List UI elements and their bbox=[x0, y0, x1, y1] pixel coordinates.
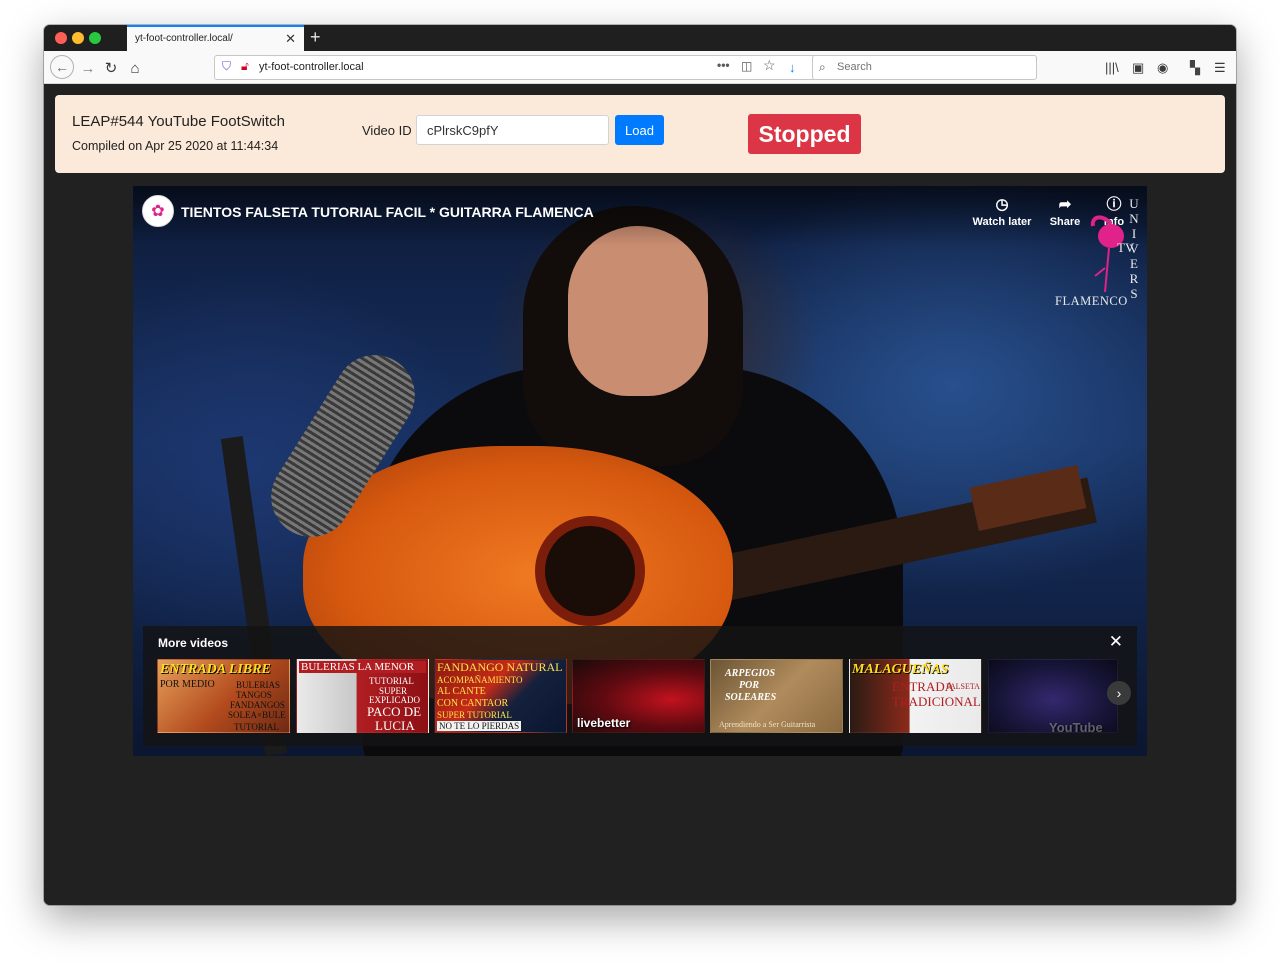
thumbnail-text: AL CANTE bbox=[437, 686, 486, 697]
address-bar[interactable]: ⛉ 🔓︎ yt-foot-controller.local ••• ◫ ☆ bbox=[214, 55, 830, 80]
home-icon[interactable]: ⌂ bbox=[124, 57, 146, 79]
tab-strip: yt-foot-controller.local/ ✕ + bbox=[44, 25, 1236, 51]
controller-header: LEAP#544 YouTube FootSwitch Compiled on … bbox=[55, 95, 1225, 173]
browser-tab[interactable]: yt-foot-controller.local/ ✕ bbox=[127, 25, 304, 51]
thumbnail-text: BULERIAS bbox=[236, 680, 281, 690]
thumbnail-text: POR bbox=[739, 680, 759, 691]
video-thumbnail-2[interactable]: BULERIAS LA MENOR TUTORIAL SUPER EXPLICA… bbox=[296, 659, 429, 733]
thumbnail-text: livebetter bbox=[577, 716, 631, 730]
video-frame-sound-hole bbox=[535, 516, 645, 626]
menu-icon[interactable]: ☰ bbox=[1214, 60, 1226, 75]
thumbnail-text: Aprendiendo a Ser Guitarrista bbox=[719, 720, 816, 729]
thumbnail-text: TUTORIAL bbox=[369, 676, 414, 686]
video-id-input[interactable] bbox=[416, 115, 609, 145]
video-thumbnail-1[interactable]: ENTRADA LIBRE POR MEDIO BULERIAS TANGOS … bbox=[157, 659, 290, 733]
thumbnail-text: TANGOS bbox=[236, 690, 272, 700]
video-thumbnail-4[interactable]: livebetter bbox=[572, 659, 705, 733]
bookmark-star-icon[interactable]: ☆ bbox=[763, 57, 776, 74]
video-id-label: Video ID bbox=[362, 123, 412, 138]
compiled-timestamp: Compiled on Apr 25 2020 at 11:44:34 bbox=[72, 139, 279, 153]
thumbnail-text: MALAGUEÑAS bbox=[852, 662, 949, 677]
close-window-button[interactable] bbox=[55, 32, 67, 44]
zoom-window-button[interactable] bbox=[89, 32, 101, 44]
video-frame-face bbox=[568, 226, 708, 396]
browser-window: yt-foot-controller.local/ ✕ + ← → ↻ ⌂ ⛉ … bbox=[44, 25, 1236, 905]
thumbnail-text: FANDANGO NATURAL bbox=[437, 660, 563, 674]
watermark-tv: TV bbox=[1117, 240, 1135, 255]
watermark-letter: U bbox=[1129, 196, 1139, 211]
channel-avatar[interactable]: ✿ bbox=[142, 195, 174, 227]
thumbnail-text: SOLEARES bbox=[725, 692, 777, 703]
thumbnail-text: ARPEGIOS bbox=[725, 668, 776, 679]
watermark-letter: E bbox=[1130, 256, 1138, 271]
search-bar[interactable]: ⌕ Search bbox=[812, 55, 1037, 80]
watermark-letter: S bbox=[1130, 286, 1138, 301]
load-button[interactable]: Load bbox=[615, 115, 664, 145]
download-icon[interactable]: ↓ bbox=[789, 60, 796, 75]
video-thumbnail-3[interactable]: FANDANGO NATURAL ACOMPAÑAMIENTO AL CANTE… bbox=[434, 659, 567, 733]
search-placeholder: Search bbox=[837, 61, 872, 73]
watch-later-button[interactable]: ◷ Watch later bbox=[970, 196, 1034, 228]
watermark-flamenco: FLAMENCO bbox=[1055, 294, 1128, 308]
watermark-letter: N bbox=[1129, 211, 1139, 226]
thumbnail-text: ENTRADA bbox=[892, 679, 955, 694]
pocket-icon[interactable]: ◫ bbox=[741, 59, 752, 73]
minimize-window-button[interactable] bbox=[72, 32, 84, 44]
status-badge: Stopped bbox=[748, 114, 861, 154]
share-label: Share bbox=[1049, 216, 1081, 228]
shield-icon[interactable]: ⛉ bbox=[222, 59, 231, 74]
thumbnail-text: TRADICIONAL bbox=[892, 694, 981, 709]
navigation-toolbar: ← → ↻ ⌂ ⛉ 🔓︎ yt-foot-controller.local ••… bbox=[44, 51, 1236, 84]
search-icon: ⌕ bbox=[819, 60, 826, 74]
thumbnail-text: SOLEA×BULE bbox=[228, 710, 286, 720]
video-title[interactable]: TIENTOS FALSETA TUTORIAL FACIL * GUITARR… bbox=[181, 204, 594, 220]
video-thumbnail-6[interactable]: MALAGUEÑAS ENTRADA FALSETA TRADICIONAL bbox=[849, 659, 982, 733]
watermark-letter: R bbox=[1129, 271, 1139, 286]
insecure-lock-icon[interactable]: 🔓︎ bbox=[241, 59, 249, 74]
youtube-player[interactable]: ✿ TIENTOS FALSETA TUTORIAL FACIL * GUITA… bbox=[133, 186, 1147, 756]
more-videos-panel: More videos ✕ ENTRADA LIBRE POR MEDIO BU… bbox=[143, 626, 1137, 746]
reload-icon[interactable]: ↻ bbox=[100, 57, 122, 79]
video-thumbnail-5[interactable]: ARPEGIOS POR SOLEARES Aprendiendo a Ser … bbox=[710, 659, 843, 733]
video-thumbnail-7[interactable]: YouTube bbox=[988, 659, 1118, 733]
thumbnail-text: YouTube bbox=[1049, 720, 1103, 733]
page-actions-icon[interactable]: ••• bbox=[717, 58, 730, 72]
more-videos-title: More videos bbox=[158, 636, 229, 650]
thumbnail-text: CON CANTAOR bbox=[437, 698, 509, 709]
sidebar-icon[interactable]: ▣ bbox=[1132, 60, 1144, 75]
thumbnail-text: ENTRADA LIBRE bbox=[160, 662, 271, 677]
account-icon[interactable]: ◉ bbox=[1157, 60, 1168, 75]
library-icon[interactable]: |||\ bbox=[1105, 60, 1119, 75]
app-title: LEAP#544 YouTube FootSwitch bbox=[72, 113, 285, 130]
close-icon[interactable]: ✕ bbox=[1109, 632, 1123, 652]
watch-later-label: Watch later bbox=[972, 216, 1032, 228]
thumbnail-text: POR MEDIO bbox=[160, 679, 215, 690]
watermark-letter: I bbox=[1131, 226, 1137, 241]
back-arrow-icon[interactable]: ← bbox=[50, 55, 74, 79]
extensions-icon[interactable]: ▚ bbox=[1190, 60, 1200, 75]
thumbnail-text: SUPER TUTORIAL bbox=[437, 710, 512, 720]
chevron-right-icon[interactable]: › bbox=[1107, 681, 1131, 705]
thumbnail-text: TUTORIAL bbox=[234, 722, 279, 732]
forward-arrow-icon[interactable]: → bbox=[77, 57, 99, 79]
url-text[interactable]: yt-foot-controller.local bbox=[259, 56, 364, 79]
clock-icon: ◷ bbox=[995, 196, 1009, 213]
thumbnail-text: FANDANGOS bbox=[230, 700, 285, 710]
page-content: LEAP#544 YouTube FootSwitch Compiled on … bbox=[44, 85, 1236, 905]
thumbnail-text: ACOMPAÑAMIENTO bbox=[437, 675, 523, 685]
thumbnail-text: BULERIAS LA MENOR bbox=[299, 661, 426, 673]
close-tab-icon[interactable]: ✕ bbox=[285, 27, 296, 51]
new-tab-icon[interactable]: + bbox=[310, 26, 321, 48]
thumbnail-text: NO TE LO PIERDAS bbox=[437, 721, 522, 731]
tab-title: yt-foot-controller.local/ bbox=[135, 33, 233, 44]
thumbnail-text: LUCIA bbox=[375, 718, 415, 733]
thumbnail-text: FALSETA bbox=[946, 682, 980, 691]
